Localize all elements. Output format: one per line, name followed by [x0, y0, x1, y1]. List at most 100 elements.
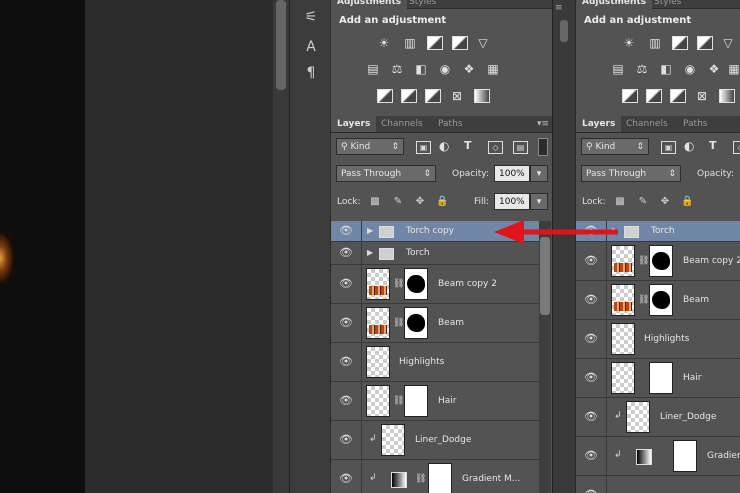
layer-row-gradient-map[interactable]: 👁 ↲ ⛓ Gradient M...: [331, 460, 539, 493]
visibility-eye-icon[interactable]: 👁: [576, 437, 607, 475]
filter-type-icon[interactable]: T: [464, 139, 472, 152]
link-chain-icon[interactable]: ⛓: [393, 395, 404, 407]
brightness-contrast-icon[interactable]: ☀: [621, 36, 637, 50]
vibrance-icon[interactable]: ▽: [475, 36, 491, 50]
filter-shape-icon[interactable]: ◇: [488, 141, 503, 154]
filter-adjustment-icon[interactable]: ◐: [439, 139, 449, 153]
filter-shape-icon[interactable]: ◇: [733, 141, 740, 154]
layer-mask-thumbnail[interactable]: [404, 307, 428, 339]
tab-paths[interactable]: Paths: [432, 116, 468, 132]
filter-pixel-icon[interactable]: ▣: [416, 141, 431, 154]
visibility-eye-icon[interactable]: 👁: [576, 281, 607, 319]
lock-all-icon[interactable]: 🔒: [681, 196, 693, 208]
paragraph-icon[interactable]: ¶: [300, 64, 322, 82]
expand-caret-icon[interactable]: ▶: [367, 248, 373, 257]
link-chain-icon[interactable]: ⛓: [415, 473, 426, 485]
visibility-eye-icon[interactable]: 👁: [576, 359, 607, 397]
invert-icon[interactable]: [377, 89, 393, 103]
tab-paths[interactable]: Paths: [677, 116, 713, 132]
invert-icon[interactable]: [622, 89, 638, 103]
visibility-eye-icon[interactable]: 👁: [331, 382, 362, 420]
selective-color-icon[interactable]: ⊠: [449, 89, 465, 103]
filter-smart-object-icon[interactable]: ▤: [513, 141, 528, 154]
lock-image-icon[interactable]: ✎: [392, 196, 404, 208]
filter-adjustment-icon[interactable]: ◐: [684, 139, 694, 153]
layer-row-beam-copy-2[interactable]: 👁 ⛓ Beam copy 2: [331, 265, 539, 304]
photo-filter-icon[interactable]: ◉: [682, 62, 698, 76]
lock-position-icon[interactable]: ✥: [659, 196, 671, 208]
layer-mask-thumbnail[interactable]: [649, 362, 673, 394]
exposure-icon[interactable]: [452, 36, 468, 50]
panel-menu-icon[interactable]: ▾≡: [537, 119, 549, 129]
layer-mask-thumbnail[interactable]: [404, 385, 428, 417]
layer-row-hair[interactable]: 👁 Hair: [576, 359, 740, 398]
opacity-dropdown-button[interactable]: ▾: [530, 165, 548, 182]
tab-adjustments[interactable]: Adjustments: [331, 0, 408, 10]
photo-filter-icon[interactable]: ◉: [437, 62, 453, 76]
layer-row-beam[interactable]: 👁 ⛓ Beam: [331, 304, 539, 343]
document-canvas[interactable]: [0, 0, 85, 493]
tab-channels[interactable]: Channels: [375, 116, 429, 132]
levels-icon[interactable]: ▥: [647, 36, 663, 50]
tab-adjustments[interactable]: Adjustments: [576, 0, 653, 10]
tab-styles[interactable]: Styles: [403, 0, 442, 10]
visibility-eye-icon[interactable]: 👁: [331, 242, 362, 264]
hue-saturation-icon[interactable]: ▤: [365, 62, 381, 76]
posterize-icon[interactable]: [646, 89, 662, 103]
fill-dropdown-button[interactable]: ▾: [530, 193, 548, 210]
channel-mixer-icon[interactable]: ❖: [706, 62, 722, 76]
color-lookup-icon[interactable]: ▦: [485, 62, 501, 76]
layer-mask-thumbnail[interactable]: [673, 440, 697, 472]
tab-layers[interactable]: Layers: [576, 116, 622, 132]
posterize-icon[interactable]: [401, 89, 417, 103]
link-chain-icon[interactable]: ⛓: [393, 278, 404, 290]
link-chain-icon[interactable]: ⛓: [638, 255, 649, 267]
canvas-vertical-scrollbar[interactable]: [273, 0, 289, 493]
filter-kind-select[interactable]: ⚲ Kind ⇕: [581, 138, 649, 155]
visibility-eye-icon[interactable]: 👁: [331, 421, 362, 459]
color-balance-icon[interactable]: ⚖: [389, 62, 405, 76]
visibility-eye-icon[interactable]: 👁: [331, 343, 362, 381]
visibility-eye-icon[interactable]: 👁: [331, 304, 362, 342]
layers-scrollbar[interactable]: [539, 221, 551, 493]
gradient-map-icon[interactable]: [719, 89, 735, 103]
lock-transparent-icon[interactable]: ▩: [614, 196, 626, 208]
layer-row-beam[interactable]: 👁 ⛓ Beam: [576, 281, 740, 320]
layer-row-highlights[interactable]: 👁 Highlights: [576, 320, 740, 359]
vibrance-icon[interactable]: ▽: [720, 36, 736, 50]
threshold-icon[interactable]: [425, 89, 441, 103]
layer-mask-thumbnail[interactable]: [649, 284, 673, 316]
layer-mask-thumbnail[interactable]: [404, 268, 428, 300]
expand-caret-icon[interactable]: ▶: [367, 226, 373, 235]
gradient-map-icon[interactable]: [474, 89, 490, 103]
layers-scroll-thumb[interactable]: [540, 237, 550, 315]
filter-pixel-icon[interactable]: ▣: [661, 141, 676, 154]
color-lookup-icon[interactable]: ▦: [726, 62, 740, 76]
visibility-eye-icon[interactable]: 👁: [331, 265, 362, 303]
layer-row-liner-dodge[interactable]: 👁 ↲ Liner_Dodge: [576, 398, 740, 437]
filter-kind-select[interactable]: ⚲ Kind ⇕: [336, 138, 404, 155]
visibility-eye-icon[interactable]: 👁: [576, 320, 607, 358]
black-white-icon[interactable]: ◧: [658, 62, 674, 76]
filter-type-icon[interactable]: T: [709, 139, 717, 152]
selective-color-icon[interactable]: ⊠: [694, 89, 710, 103]
blend-mode-select[interactable]: Pass Through ⇕: [336, 165, 436, 182]
channel-mixer-icon[interactable]: ❖: [461, 62, 477, 76]
layer-row-liner-dodge[interactable]: 👁 ↲ Liner_Dodge: [331, 421, 539, 460]
exposure-icon[interactable]: [697, 36, 713, 50]
layer-row-gradient-map[interactable]: 👁 ↲ Gradien: [576, 437, 740, 476]
link-chain-icon[interactable]: ⛓: [393, 317, 404, 329]
lock-all-icon[interactable]: 🔒: [436, 196, 448, 208]
layer-mask-thumbnail[interactable]: [649, 245, 673, 277]
fill-input[interactable]: 100%: [494, 193, 530, 210]
layer-mask-thumbnail[interactable]: [428, 463, 452, 493]
tab-channels[interactable]: Channels: [620, 116, 674, 132]
lock-transparent-icon[interactable]: ▩: [369, 196, 381, 208]
panel-menu-icon[interactable]: ≡: [555, 3, 567, 15]
threshold-icon[interactable]: [670, 89, 686, 103]
lock-position-icon[interactable]: ✥: [414, 196, 426, 208]
hue-saturation-icon[interactable]: ▤: [610, 62, 626, 76]
character-icon[interactable]: A: [300, 38, 322, 56]
visibility-eye-icon[interactable]: 👁: [331, 460, 362, 493]
curves-icon[interactable]: [427, 36, 443, 50]
